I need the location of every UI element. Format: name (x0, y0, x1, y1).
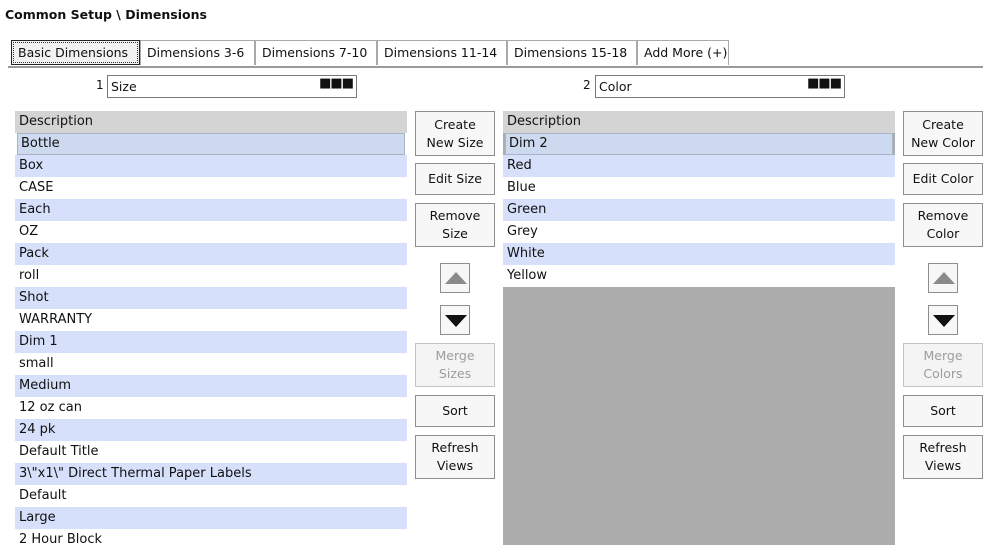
remove-color-button[interactable]: Remove Color (903, 203, 983, 247)
arrow-up-icon (445, 272, 467, 284)
tab-dimensions-7-10[interactable]: Dimensions 7-10 (255, 40, 377, 65)
move-down-color-button[interactable] (928, 305, 958, 335)
dimension-1-value: Size (111, 79, 137, 94)
list-item[interactable]: WARRANTY (15, 309, 407, 331)
list-item[interactable]: 12 oz can (15, 397, 407, 419)
dimension-2-list: Description Dim 2 Red Blue Green Grey White Ye… (503, 111, 895, 545)
arrow-up-icon (933, 272, 955, 284)
list-item[interactable]: Red (503, 155, 895, 177)
edit-color-label: Edit Color (912, 171, 974, 186)
tab-add-more[interactable]: Add More (+) (637, 40, 729, 65)
arrow-down-icon (445, 315, 467, 327)
list-item[interactable]: Large (15, 507, 407, 529)
create-new-size-label-2: New Size (426, 134, 484, 150)
list-item[interactable]: Each (15, 199, 407, 221)
dimension-1-list: Description Bottle Box CASE Each OZ Pack roll S… (15, 111, 407, 545)
list-item[interactable]: Pack (15, 243, 407, 265)
merge-colors-button[interactable]: Merge Colors (903, 343, 983, 387)
list-item[interactable]: CASE (15, 177, 407, 199)
move-down-size-button[interactable] (440, 305, 470, 335)
refresh-views-color-label-2: Views (924, 458, 962, 473)
tab-dimensions-15-18[interactable]: Dimensions 15-18 (507, 40, 637, 65)
dimension-2-number: 2 (583, 78, 591, 92)
list-item[interactable]: Bottle (17, 133, 405, 155)
list-item[interactable]: Dim 1 (15, 331, 407, 353)
ellipsis-icon[interactable]: ■■■ (807, 76, 842, 91)
remove-size-label-2: Size (442, 226, 468, 241)
edit-size-label: Edit Size (428, 171, 482, 186)
refresh-views-color-label-1: Refresh (919, 440, 967, 455)
tab-strip: Basic Dimensions Dimensions 3-6 Dimensio… (8, 40, 983, 68)
list-item[interactable]: Medium (15, 375, 407, 397)
sort-colors-label: Sort (930, 403, 956, 418)
refresh-views-size-label-1: Refresh (431, 440, 479, 455)
tab-dimensions-11-14[interactable]: Dimensions 11-14 (377, 40, 507, 65)
list-item[interactable]: Default Title (15, 441, 407, 463)
list-item[interactable]: Dim 2 (505, 133, 893, 155)
ellipsis-icon[interactable]: ■■■ (319, 76, 354, 91)
tab-dimensions-3-6[interactable]: Dimensions 3-6 (140, 40, 255, 65)
sort-sizes-button[interactable]: Sort (415, 395, 495, 427)
edit-size-button[interactable]: Edit Size (415, 163, 495, 195)
merge-colors-label-1: Merge (923, 348, 963, 363)
dimension-1-number: 1 (96, 78, 104, 92)
tab-basic-dimensions[interactable]: Basic Dimensions (11, 40, 140, 65)
merge-colors-label-2: Colors (923, 366, 963, 381)
list-item[interactable]: 24 pk (15, 419, 407, 441)
edit-color-button[interactable]: Edit Color (903, 163, 983, 195)
arrow-down-icon (933, 315, 955, 327)
page-title: Common Setup \ Dimensions (5, 7, 207, 22)
dimension-1-selector[interactable]: Size ■■■ (107, 75, 357, 98)
list-item[interactable]: Grey (503, 221, 895, 243)
list-item[interactable]: Shot (15, 287, 407, 309)
dimension-1-list-header: Description (15, 111, 407, 133)
dimension-2-list-header: Description (503, 111, 895, 133)
list-item[interactable]: White (503, 243, 895, 265)
move-up-size-button[interactable] (440, 263, 470, 293)
merge-sizes-label-2: Sizes (438, 366, 472, 381)
remove-color-label-2: Color (926, 226, 960, 241)
list-item[interactable]: Box (15, 155, 407, 177)
sort-sizes-label: Sort (442, 403, 468, 418)
list-item[interactable]: Blue (503, 177, 895, 199)
list-item[interactable]: 3\"x1\" Direct Thermal Paper Labels (15, 463, 407, 485)
remove-size-label-1: Remove (429, 208, 481, 223)
dimension-2-selector[interactable]: Color ■■■ (595, 75, 845, 98)
list-item[interactable]: Green (503, 199, 895, 221)
list-item[interactable]: roll (15, 265, 407, 287)
remove-size-button[interactable]: Remove Size (415, 203, 495, 247)
create-new-size-button[interactable]: Create New Size (415, 111, 495, 156)
create-new-color-label-2: New Color (911, 134, 975, 150)
list-item[interactable]: small (15, 353, 407, 375)
merge-sizes-button[interactable]: Merge Sizes (415, 343, 495, 387)
list-item[interactable]: Yellow (503, 265, 895, 287)
refresh-views-color-button[interactable]: Refresh Views (903, 435, 983, 479)
list-item[interactable]: Default (15, 485, 407, 507)
create-new-color-button[interactable]: Create New Color (903, 111, 983, 156)
merge-sizes-label-1: Merge (435, 348, 475, 363)
list-item[interactable]: 2 Hour Block (15, 529, 407, 545)
create-new-color-label-1: Create (922, 116, 964, 132)
move-up-color-button[interactable] (928, 263, 958, 293)
create-new-size-label-1: Create (434, 116, 476, 132)
dimension-2-value: Color (599, 79, 632, 94)
refresh-views-size-button[interactable]: Refresh Views (415, 435, 495, 479)
list-item[interactable]: OZ (15, 221, 407, 243)
refresh-views-size-label-2: Views (436, 458, 474, 473)
remove-color-label-1: Remove (917, 208, 969, 223)
sort-colors-button[interactable]: Sort (903, 395, 983, 427)
